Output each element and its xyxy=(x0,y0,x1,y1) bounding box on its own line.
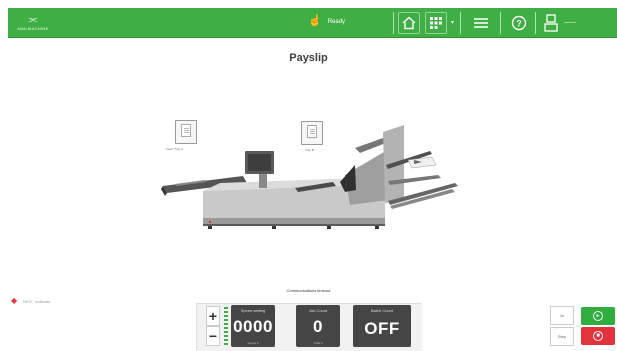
speed-counter-value: 0000 xyxy=(233,317,273,336)
communications-message: Communications timeout xyxy=(286,288,331,293)
run-mode-buttons: 1x Step xyxy=(550,306,574,346)
start-button[interactable]: ▸ xyxy=(581,307,615,325)
speed-adjust: + − xyxy=(206,306,220,346)
stop-icon: ■ xyxy=(593,331,603,341)
job-counter-label: Job Count xyxy=(308,308,328,313)
speed-counter[interactable]: Speed setting 0000 Speed 9 xyxy=(231,305,275,347)
stop-button[interactable]: ■ xyxy=(581,327,615,345)
start-icon: ▸ xyxy=(593,311,603,321)
batch-counter-label: Batch Count xyxy=(370,308,393,313)
job-counter-sub: Total 0 xyxy=(313,341,323,345)
speed-counter-sub: Speed 9 xyxy=(247,341,259,345)
job-counter-value: 0 xyxy=(313,317,323,336)
step-button[interactable]: Step xyxy=(550,327,574,346)
increase-speed-button[interactable]: + xyxy=(206,306,220,326)
diamond-logo-icon: ◆ xyxy=(11,296,18,305)
vendor-logo-text: NEO · software xyxy=(23,298,51,304)
batch-counter-value: OFF xyxy=(364,319,400,338)
folding-machine-illustration xyxy=(161,125,458,229)
speed-counter-label: Speed setting xyxy=(240,308,266,313)
decrease-speed-button[interactable]: − xyxy=(206,326,220,346)
job-counter[interactable]: Job Count 0 Total 0 xyxy=(296,305,340,347)
speed-level-indicator xyxy=(224,307,228,345)
vendor-logo: ◆ NEO · software xyxy=(11,297,51,305)
batch-counter[interactable]: Batch Count OFF xyxy=(353,305,411,347)
screen: ⫘ MAILMACHINE ☝ Ready ▾ ? —— Payslip Ins… xyxy=(0,0,617,351)
single-cycle-button[interactable]: 1x xyxy=(550,306,574,325)
